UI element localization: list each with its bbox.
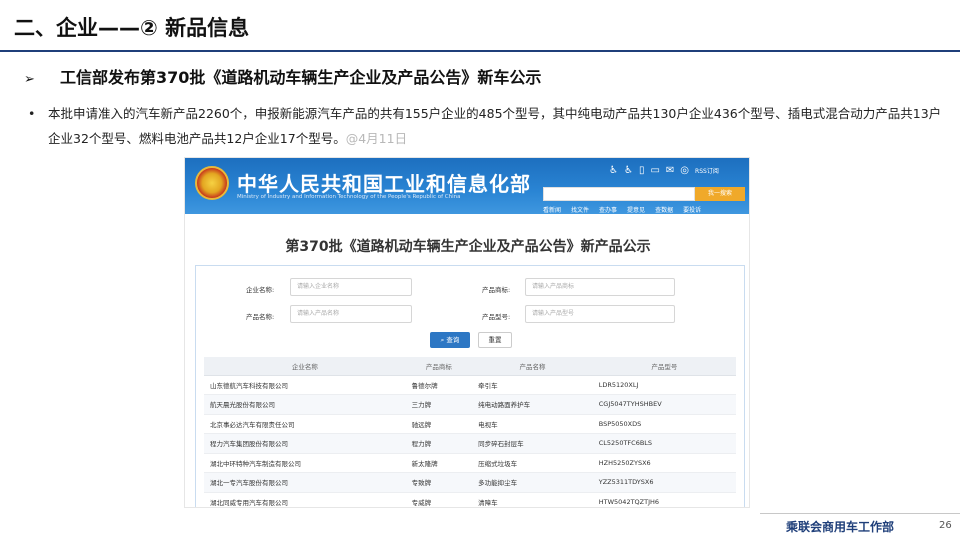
cell-brand: 三力牌 [405, 394, 473, 415]
cell-product: 多功能抑尘车 [472, 472, 593, 493]
query-button[interactable]: ⌕ 查询 [430, 332, 470, 348]
cell-model: LDR5120XLJ [592, 375, 736, 395]
bullet-body: 本批申请准入的汽车新产品2260个，申报新能源汽车产品的共有155户企业的485… [48, 106, 942, 146]
cell-model: YZZ5311TDYSX6 [592, 472, 736, 493]
cell-product: 电视车 [472, 414, 593, 434]
cell-brand: 驰远牌 [405, 414, 473, 434]
reset-button[interactable]: 重置 [478, 332, 512, 348]
cell-company: 湖北中环特种汽车制造有限公司 [204, 453, 406, 473]
cell-model: CGJ5047TYHSHBEV [592, 394, 736, 415]
search-panel: 企业名称: 请输入企业名称 产品商标: 请输入产品商标 产品名称: 请输入产品名… [195, 265, 745, 507]
footer-divider [760, 513, 960, 514]
product-label: 产品名称: [246, 313, 275, 321]
table-header-row: 企业名称 产品商标 产品名称 产品型号 [204, 357, 736, 376]
cell-company: 程力汽车集团股份有限公司 [204, 433, 406, 454]
company-input[interactable]: 请输入企业名称 [290, 278, 412, 296]
cell-product: 压缩式垃圾车 [472, 453, 593, 473]
nav-item-services[interactable]: 查办事 [599, 205, 617, 214]
table-row[interactable]: 湖北中环特种汽车制造有限公司 新太隆牌 压缩式垃圾车 HZH5250ZYSX6 [204, 453, 736, 473]
slide-header: 二、企业——② 新品信息 [0, 0, 960, 52]
nav-item-feedback[interactable]: 提意见 [627, 205, 645, 214]
bullet-text: 本批申请准入的汽车新产品2260个，申报新能源汽车产品的共有155户企业的485… [28, 101, 950, 151]
cell-company: 湖北同威专用汽车有限公司 [204, 492, 406, 507]
cell-brand: 程力牌 [405, 433, 473, 454]
bullet-paragraph: • 本批申请准入的汽车新产品2260个，申报新能源汽车产品的共有155户企业的4… [28, 101, 950, 151]
bullet-source: @4月11日 [345, 131, 408, 146]
cell-product: 同步碎石封层车 [472, 433, 593, 454]
company-label: 企业名称: [246, 286, 275, 294]
nav-item-complaint[interactable]: 要投诉 [683, 205, 701, 214]
table-row[interactable]: 湖北一专汽车股份有限公司 专致牌 多功能抑尘车 YZZ5311TDYSX6 [204, 472, 736, 493]
results-table: 企业名称 产品商标 产品名称 产品型号 山东德航汽车科技有限公司 鲁德尔牌 牵引… [204, 357, 736, 507]
cell-company: 北京事必达汽车有限责任公司 [204, 414, 406, 434]
table-row[interactable]: 山东德航汽车科技有限公司 鲁德尔牌 牵引车 LDR5120XLJ [204, 375, 736, 395]
table-row[interactable]: 北京事必达汽车有限责任公司 驰远牌 电视车 BSP5050XDS [204, 414, 736, 434]
accessibility-icon[interactable]: ♿ [609, 165, 618, 176]
table-row[interactable]: 程力汽车集团股份有限公司 程力牌 同步碎石封层车 CL5250TFC6BLS [204, 433, 736, 454]
cell-brand: 鲁德尔牌 [405, 375, 473, 395]
cell-model: HZH5250ZYSX6 [592, 453, 736, 473]
cell-product: 牵引车 [472, 375, 593, 395]
cell-model: HTW5042TQZTJH6 [592, 492, 736, 507]
site-subtitle: Ministry of Industry and Information Tec… [237, 194, 461, 200]
subtitle-text: 工信部发布第370批《道路机动车辆生产企业及产品公告》新车公示 [60, 68, 542, 87]
cell-company: 航天晨光股份有限公司 [204, 394, 406, 415]
model-label: 产品型号: [482, 313, 511, 321]
cell-brand: 专致牌 [405, 472, 473, 493]
mail-icon[interactable]: ✉ [666, 165, 674, 176]
cell-brand: 专威牌 [405, 492, 473, 507]
slide-title: 二、企业——② 新品信息 [14, 16, 250, 40]
cell-product: 纯电动路面养护车 [472, 394, 593, 415]
site-toolbar-icons: ♿ ♿ ▯ ▭ ✉ ◎ RSS订阅 [609, 165, 719, 176]
column-header: 产品商标 [405, 357, 473, 376]
table-row[interactable]: 航天晨光股份有限公司 三力牌 纯电动路面养护车 CGJ5047TYHSHBEV [204, 394, 736, 415]
national-emblem-icon [195, 166, 229, 200]
model-input[interactable]: 请输入产品型号 [525, 305, 675, 323]
cell-product: 清障车 [472, 492, 593, 507]
page-heading: 第370批《道路机动车辆生产企业及产品公告》新产品公示 [285, 239, 651, 255]
query-button-label: 查询 [446, 336, 460, 344]
arrow-bullet-icon: ➢ [24, 72, 35, 87]
cell-company: 湖北一专汽车股份有限公司 [204, 472, 406, 493]
brand-label: 产品商标: [482, 286, 511, 294]
section-subtitle: ➢ 工信部发布第370批《道路机动车辆生产企业及产品公告》新车公示 [24, 64, 541, 88]
message-icon[interactable]: ▭ [650, 165, 659, 176]
site-nav: 看新闻 找文件 查办事 提意见 查数据 要投诉 [543, 205, 701, 214]
table-row[interactable]: 湖北同威专用汽车有限公司 专威牌 清障车 HTW5042TQZTJH6 [204, 492, 736, 507]
column-header: 产品型号 [592, 357, 736, 376]
column-header: 企业名称 [204, 357, 406, 376]
cell-brand: 新太隆牌 [405, 453, 473, 473]
rss-link[interactable]: RSS订阅 [695, 166, 719, 175]
mobile-icon[interactable]: ▯ [639, 165, 645, 176]
page-number: 26 [939, 520, 952, 531]
weibo-icon[interactable]: ◎ [680, 165, 689, 176]
header-divider [0, 50, 960, 52]
nav-item-news[interactable]: 看新闻 [543, 205, 561, 214]
site-search-button[interactable]: 我一搜索 [695, 187, 745, 201]
cell-model: CL5250TFC6BLS [592, 433, 736, 454]
brand-input[interactable]: 请输入产品商标 [525, 278, 675, 296]
wheelchair-icon[interactable]: ♿ [624, 165, 633, 176]
site-title: 中华人民共和国工业和信息化部 [237, 172, 531, 196]
cell-company: 山东德航汽车科技有限公司 [204, 375, 406, 395]
embedded-webpage-screenshot: 中华人民共和国工业和信息化部 Ministry of Industry and … [184, 157, 750, 508]
column-header: 产品名称 [472, 357, 593, 376]
nav-item-files[interactable]: 找文件 [571, 205, 589, 214]
cell-model: BSP5050XDS [592, 414, 736, 434]
bullet-dot-icon: • [28, 106, 36, 121]
site-banner: 中华人民共和国工业和信息化部 Ministry of Industry and … [185, 158, 749, 214]
product-input[interactable]: 请输入产品名称 [290, 305, 412, 323]
site-search-input[interactable] [543, 187, 695, 201]
nav-item-data[interactable]: 查数据 [655, 205, 673, 214]
footer-organization: 乘联会商用车工作部 [786, 520, 895, 534]
